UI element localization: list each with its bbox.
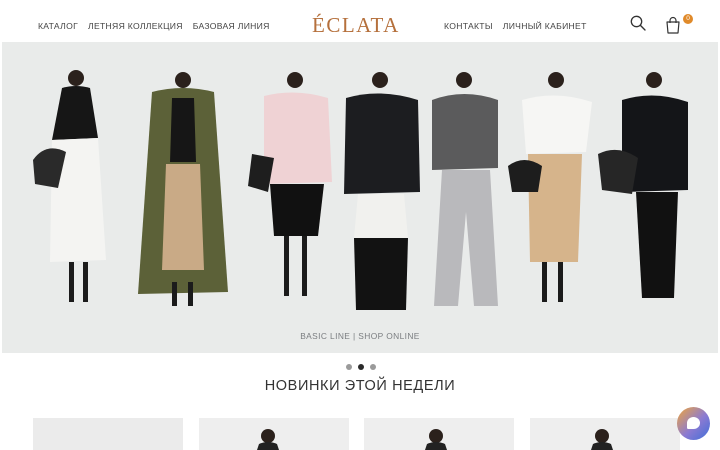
product-image — [591, 429, 613, 450]
chat-bubble-icon — [687, 417, 700, 429]
cart-button[interactable] — [665, 16, 685, 38]
nav-catalog[interactable]: КАТАЛОГ — [38, 21, 78, 31]
carousel-pagination — [346, 364, 376, 370]
cart-count-badge: 0 — [683, 14, 693, 24]
product-image — [257, 429, 279, 450]
search-button[interactable] — [629, 14, 649, 36]
hero-banner[interactable]: BASIC LINE | SHOP ONLINE — [2, 42, 718, 353]
main-nav-right: КОНТАКТЫ ЛИЧНЫЙ КАБИНЕТ — [444, 21, 587, 31]
chat-widget-button[interactable] — [677, 407, 710, 440]
product-card-1[interactable] — [33, 418, 183, 450]
product-image — [425, 429, 447, 450]
carousel-dot-2[interactable] — [358, 364, 364, 370]
main-nav-left: КАТАЛОГ ЛЕТНЯЯ КОЛЛЕКЦИЯ БАЗОВАЯ ЛИНИЯ — [38, 21, 270, 31]
shopping-bag-icon — [666, 16, 680, 34]
nav-account[interactable]: ЛИЧНЫЙ КАБИНЕТ — [503, 21, 587, 31]
nav-summer-collection[interactable]: ЛЕТНЯЯ КОЛЛЕКЦИЯ — [88, 21, 183, 31]
search-icon — [630, 15, 646, 31]
site-header: КАТАЛОГ ЛЕТНЯЯ КОЛЛЕКЦИЯ БАЗОВАЯ ЛИНИЯ É… — [0, 0, 720, 42]
carousel-dot-1[interactable] — [346, 364, 352, 370]
hero-models-image — [2, 42, 718, 353]
product-card-2[interactable] — [199, 418, 349, 450]
nav-basic-line[interactable]: БАЗОВАЯ ЛИНИЯ — [193, 21, 270, 31]
product-card-4[interactable] — [530, 418, 680, 450]
carousel-dot-3[interactable] — [370, 364, 376, 370]
product-card-3[interactable] — [364, 418, 514, 450]
hero-caption[interactable]: BASIC LINE | SHOP ONLINE — [2, 331, 718, 341]
brand-logo[interactable]: ÉCLATA — [312, 13, 400, 38]
nav-contacts[interactable]: КОНТАКТЫ — [444, 21, 493, 31]
section-title-new-arrivals: НОВИНКИ ЭТОЙ НЕДЕЛИ — [264, 378, 456, 394]
